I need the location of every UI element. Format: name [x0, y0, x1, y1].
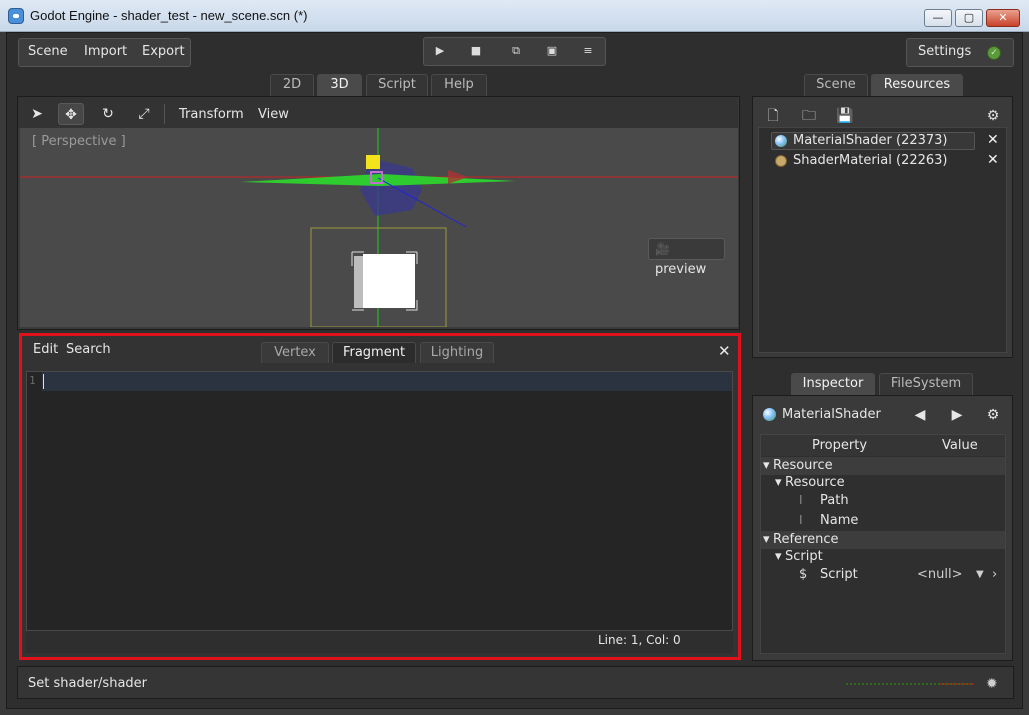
- remove-icon[interactable]: ✕: [987, 132, 999, 148]
- gear-icon[interactable]: ⚙: [982, 404, 1004, 426]
- stop-icon[interactable]: ■: [465, 42, 487, 60]
- play-custom-scene-icon[interactable]: ▣: [541, 42, 563, 60]
- chevron-right-icon[interactable]: ›: [992, 567, 997, 582]
- chevron-down-icon[interactable]: ▼: [976, 569, 984, 580]
- tab-resources[interactable]: Resources: [871, 74, 963, 96]
- preview-label: preview: [655, 262, 707, 277]
- godot-app-icon: [8, 8, 24, 24]
- history-forward-icon[interactable]: ▶: [946, 404, 968, 426]
- save-resource-icon[interactable]: 💾: [835, 106, 855, 126]
- status-message: Set shader/shader: [28, 676, 148, 691]
- shader-material-icon: [775, 155, 787, 167]
- play-icon[interactable]: ▶: [429, 42, 451, 60]
- toolbar-divider: [164, 104, 165, 124]
- update-spinner-icon: ✹: [986, 676, 998, 692]
- property-name[interactable]: I Name: [761, 512, 1005, 530]
- debug-options-icon[interactable]: ≡: [577, 42, 599, 60]
- inspector-object-title: MaterialShader: [782, 407, 881, 422]
- tab-lighting[interactable]: Lighting: [420, 342, 494, 363]
- resource-label: ShaderMaterial (22263): [793, 153, 948, 168]
- section-reference[interactable]: ▾ Reference: [761, 531, 1005, 549]
- text-caret: [43, 374, 44, 389]
- close-shader-editor-icon[interactable]: ✕: [718, 342, 731, 360]
- tab-fragment[interactable]: Fragment: [332, 342, 416, 363]
- minimize-icon: —: [932, 11, 944, 24]
- preview-button[interactable]: 🎥 preview: [648, 238, 725, 277]
- view-menu[interactable]: View: [258, 107, 289, 122]
- shader-search-menu[interactable]: Search: [66, 342, 111, 357]
- close-window-button[interactable]: ✕: [986, 9, 1020, 27]
- subsection-script[interactable]: ▾ Script: [761, 548, 1005, 566]
- activity-meter-peak: [940, 683, 974, 685]
- material-shader-icon: [775, 135, 787, 147]
- tab-vertex[interactable]: Vertex: [261, 342, 329, 363]
- tab-script[interactable]: Script: [366, 74, 428, 96]
- camera-icon: 🎥: [655, 242, 670, 256]
- current-line-highlight: [42, 372, 732, 391]
- update-ok-icon: ✓: [987, 46, 1001, 60]
- tab-2d[interactable]: 2D: [270, 74, 314, 96]
- close-icon: ✕: [998, 11, 1008, 24]
- menu-export[interactable]: Export: [142, 44, 185, 59]
- column-header-property: Property: [812, 438, 868, 453]
- settings-label: Settings: [918, 44, 972, 59]
- move-tool-icon[interactable]: ✥: [58, 103, 84, 125]
- text-cursor-icon: I: [799, 493, 803, 507]
- maximize-icon: ▢: [963, 11, 975, 24]
- list-item[interactable]: ShaderMaterial (22263) ✕: [761, 152, 1001, 170]
- viewport-scene-drawing: [20, 128, 738, 327]
- script-value[interactable]: <null>: [917, 567, 963, 582]
- new-resource-icon[interactable]: 🗋: [763, 106, 783, 126]
- cursor-position: Line: 1, Col: 0: [598, 633, 681, 647]
- line-number: 1: [29, 374, 36, 387]
- tab-help[interactable]: Help: [431, 74, 487, 96]
- yellow-handle: [366, 155, 380, 169]
- gear-icon[interactable]: ⚙: [983, 106, 1003, 126]
- perspective-menu[interactable]: [ Perspective ]: [32, 134, 126, 149]
- tab-3d[interactable]: 3D: [317, 74, 362, 96]
- shader-edit-menu[interactable]: Edit: [33, 342, 58, 357]
- maximize-button[interactable]: ▢: [955, 9, 983, 27]
- tab-scene[interactable]: Scene: [804, 74, 868, 96]
- material-shader-icon: [763, 408, 776, 421]
- rotate-tool-icon[interactable]: ↻: [95, 103, 121, 125]
- minimize-button[interactable]: —: [924, 9, 952, 27]
- green-plane-gizmo: [240, 174, 516, 186]
- 3d-viewport[interactable]: [20, 128, 738, 327]
- play-scene-icon[interactable]: ⧉: [505, 42, 527, 60]
- transform-menu[interactable]: Transform: [179, 107, 244, 122]
- white-cube: [363, 254, 415, 308]
- select-tool-icon[interactable]: ➤: [24, 103, 50, 125]
- viewport-toolbar: [18, 97, 738, 128]
- cube-side: [354, 256, 364, 308]
- code-editor[interactable]: [26, 371, 733, 631]
- resource-label: MaterialShader (22373): [793, 133, 948, 148]
- column-header-value: Value: [942, 438, 978, 453]
- property-path[interactable]: I Path: [761, 492, 1005, 510]
- property-script[interactable]: $ Script <null> ▼ ›: [761, 566, 1005, 584]
- menu-import[interactable]: Import: [84, 44, 127, 59]
- tab-filesystem[interactable]: FileSystem: [879, 373, 973, 395]
- text-cursor-icon: I: [799, 513, 803, 527]
- remove-icon[interactable]: ✕: [987, 152, 999, 168]
- tab-inspector[interactable]: Inspector: [791, 373, 875, 395]
- window-title: Godot Engine - shader_test - new_scene.s…: [30, 8, 308, 23]
- section-resource[interactable]: ▾ Resource: [761, 457, 1005, 475]
- history-back-icon[interactable]: ◀: [909, 404, 931, 426]
- script-icon: $: [799, 567, 808, 582]
- open-resource-icon[interactable]: 🗀: [799, 106, 819, 126]
- scale-tool-icon[interactable]: ⤢: [131, 103, 157, 125]
- menu-scene[interactable]: Scene: [28, 44, 68, 59]
- list-item[interactable]: MaterialShader (22373) ✕: [761, 132, 1001, 150]
- subsection-resource[interactable]: ▾ Resource: [761, 474, 1005, 492]
